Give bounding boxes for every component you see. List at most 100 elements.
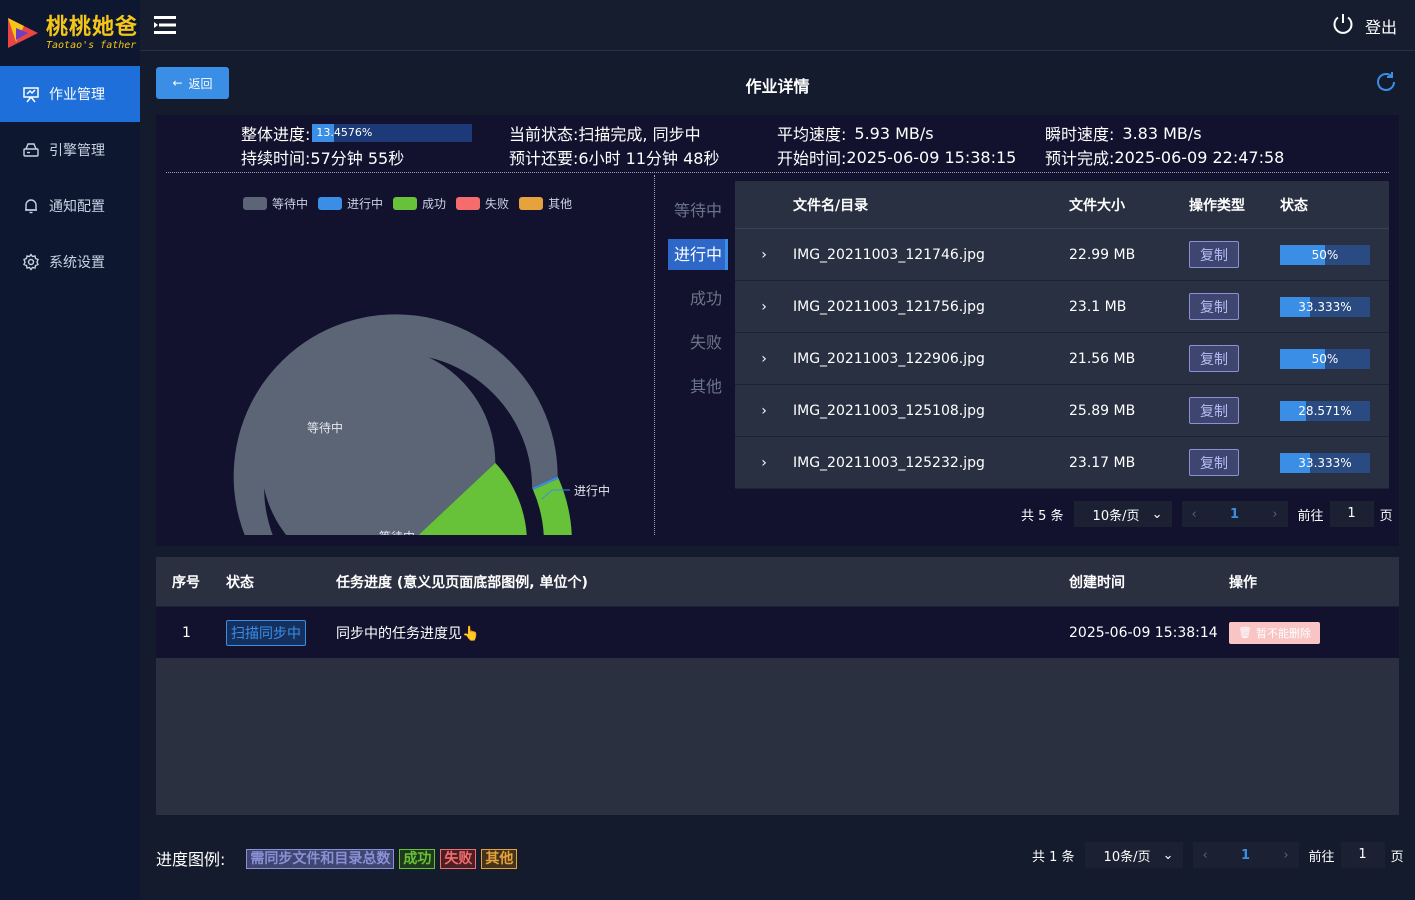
legend-item[interactable]: 等待中 [243,195,308,212]
table-row[interactable]: › IMG_20211003_122906.jpg 21.56 MB 复制 50% [735,333,1389,385]
prev-page-icon[interactable]: ‹ [1192,507,1197,522]
op-type-badge[interactable]: 复制 [1189,345,1239,372]
next-page-icon[interactable]: › [1272,507,1277,522]
goto-input[interactable]: 1 [1340,842,1385,868]
trash-icon: 🗑 [1238,626,1252,639]
table-row[interactable]: › IMG_20211003_121756.jpg 23.1 MB 复制 33.333% [735,281,1389,333]
overall-progress-value: 13.4576% [316,126,373,139]
topbar: 登出 [140,0,1415,51]
eta-value: 2025-06-09 22:47:58 [1114,147,1285,167]
duration: 持续时间: 57分钟 55秒 [241,145,509,169]
overall-progress-bar: 13.4576% [312,124,473,142]
stats-grid: 整体进度: 13.4576% 当前状态: 扫描完成, 同步中 平均速度: 5.9… [241,121,1381,169]
sidebar-item-label: 引擎管理 [49,143,105,159]
tab-label: 失败 [689,333,722,352]
eta: 预计完成: 2025-06-09 22:47:58 [1045,145,1313,169]
expand-chevron-icon[interactable]: › [735,351,793,367]
legend-label: 等待中 [272,197,309,211]
page-nav: ‹ 1 › [1192,842,1299,868]
next-page-icon[interactable]: › [1283,848,1288,863]
page-size-value: 10条/页 [1103,849,1151,865]
sidebar-item-jobs[interactable]: 作业管理 [0,66,140,122]
refresh-icon[interactable] [1375,71,1397,93]
main-content: ← 返回 作业详情 整体进度: 13.4576% 当前状态: 扫描完成, 同步中 [140,51,1415,900]
op-type-badge[interactable]: 复制 [1189,397,1239,424]
file-progress-value: 33.333% [1298,455,1352,470]
avg-speed-value: 5.93 MB/s [854,123,934,143]
menu-toggle-icon[interactable] [154,15,176,35]
app-logo[interactable]: 桃桃她爸 Taotao's father [0,0,140,66]
sidebar-item-settings[interactable]: 系统设置 [0,234,140,290]
page-size-select[interactable]: 10条/页 ⌄ [1084,842,1183,868]
file-name: IMG_20211003_125108.jpg [793,402,985,419]
delete-label: 暂不能删除 [1255,626,1311,640]
legend-label: 成功 [422,197,447,211]
pager-total: 共 5 条 [1021,508,1064,524]
start-time-label: 开始时间: [777,149,847,168]
legend-tag: 成功 [399,849,436,869]
eta-label: 预计完成: [1045,149,1115,168]
pager-total: 共 1 条 [1032,849,1075,865]
tab-success[interactable]: 成功 [666,277,728,321]
sidebar-item-notifications[interactable]: 通知配置 [0,178,140,234]
status-badge[interactable]: 扫描同步中 [226,619,306,646]
expand-chevron-icon[interactable]: › [735,403,793,419]
file-name: IMG_20211003_122906.jpg [793,350,985,367]
tab-label: 成功 [689,289,722,308]
page-number[interactable]: 1 [1230,507,1239,522]
op-type-badge[interactable]: 复制 [1189,241,1239,268]
legend-tag: 需同步文件和目录总数 [246,849,395,869]
tab-failed[interactable]: 失败 [666,321,728,365]
table-row[interactable]: › IMG_20211003_125232.jpg 23.17 MB 复制 33.333… [735,437,1389,489]
instant-speed-value: 3.83 MB/s [1122,123,1202,143]
col-header-size: 文件大小 [1069,197,1125,214]
remaining-value: 6小时 11分钟 48秒 [578,149,720,168]
file-pagination: 共 5 条 10条/页 ⌄ ‹ 1 › 前往 1 页 [1021,501,1393,527]
overall-progress-label: 整体进度: [241,125,311,144]
app-subtitle: Taotao's father [46,39,137,51]
expand-chevron-icon[interactable]: › [735,299,793,315]
expand-chevron-icon[interactable]: › [735,247,793,263]
table-row[interactable]: › IMG_20211003_121746.jpg 22.99 MB 复制 50% [735,229,1389,281]
legend-swatch [456,197,481,210]
legend-item[interactable]: 失败 [456,195,509,212]
task-progress: 同步中的任务进度见👆 [336,625,480,642]
file-progress-value: 50% [1311,247,1339,262]
page-title: 作业详情 [745,77,810,96]
power-icon [1331,12,1355,40]
file-name: IMG_20211003_121746.jpg [793,246,985,263]
logout-button[interactable]: 登出 [1331,12,1397,40]
legend-item[interactable]: 进行中 [318,195,383,212]
legend-label: 进行中 [347,197,384,211]
sidebar-item-label: 作业管理 [49,87,105,103]
legend-item[interactable]: 其他 [519,195,572,212]
op-type-badge[interactable]: 复制 [1189,449,1239,476]
op-type-badge[interactable]: 复制 [1189,293,1239,320]
prev-page-icon[interactable]: ‹ [1203,848,1208,863]
task-pagination: 共 1 条 10条/页 ⌄ ‹ 1 › 前往 1 页 [1032,842,1404,868]
legend-swatch [318,197,343,210]
chevron-down-icon: ⌄ [1151,506,1163,522]
table-row[interactable]: › IMG_20211003_125108.jpg 25.89 MB 复制 28.571… [735,385,1389,437]
tab-in-progress[interactable]: 进行中 [666,233,728,277]
col-header-no: 序号 [172,574,200,591]
page-number[interactable]: 1 [1241,848,1250,863]
start-time: 开始时间: 2025-06-09 15:38:15 [777,145,1045,169]
avg-speed: 平均速度: 5.93 MB/s [777,121,1045,145]
goto-input[interactable]: 1 [1329,501,1374,527]
sidebar-item-engines[interactable]: 引擎管理 [0,122,140,178]
bell-icon [22,197,40,215]
delete-button[interactable]: 🗑 暂不能删除 [1229,621,1320,644]
task-no: 1 [182,624,191,641]
legend-item[interactable]: 成功 [393,195,446,212]
tab-waiting[interactable]: 等待中 [666,189,728,233]
page-nav: ‹ 1 › [1181,501,1288,527]
expand-chevron-icon[interactable]: › [735,455,793,471]
tab-other[interactable]: 其他 [666,365,728,409]
legend-tag: 失败 [440,849,477,869]
overall-progress: 整体进度: 13.4576% [241,121,509,145]
divider [166,172,1389,173]
sidebar-item-label: 通知配置 [49,199,105,215]
avg-speed-label: 平均速度: [777,125,847,144]
page-size-select[interactable]: 10条/页 ⌄ [1073,501,1172,527]
